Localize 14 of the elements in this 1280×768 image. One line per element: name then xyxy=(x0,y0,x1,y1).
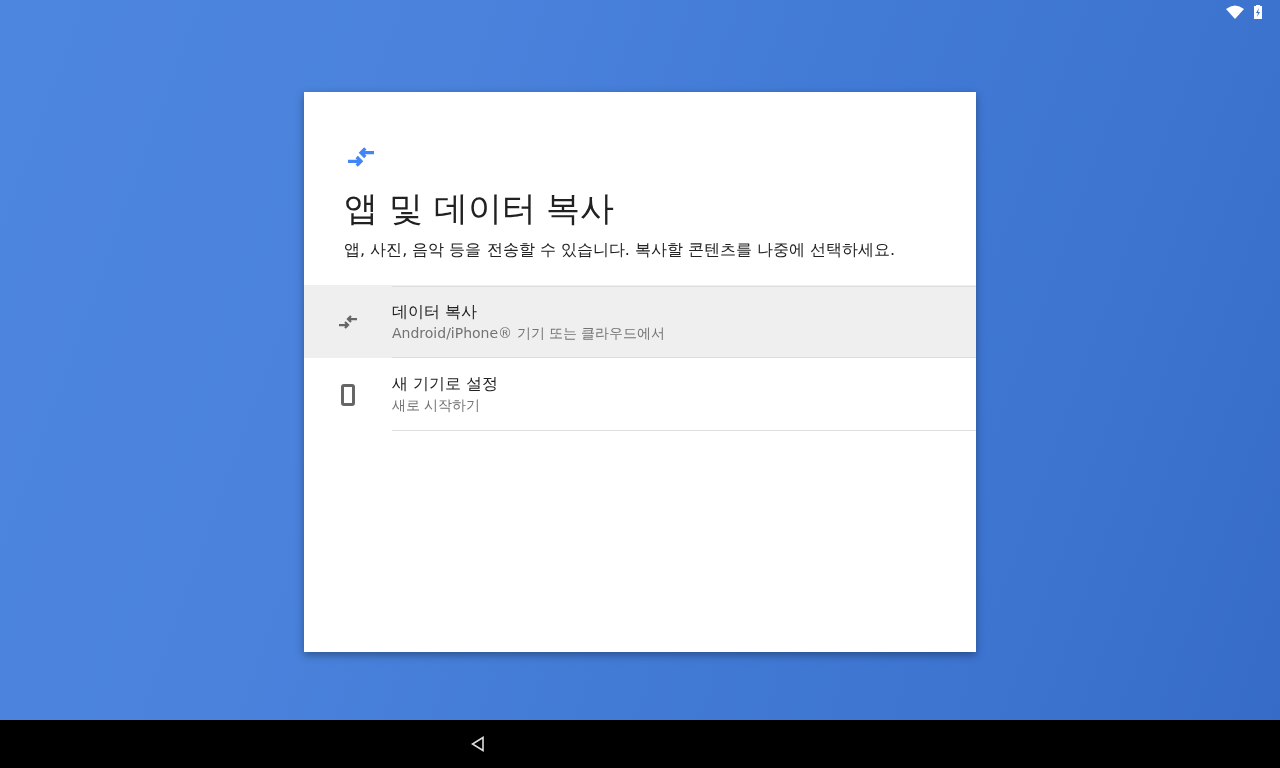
transfer-arrows-icon xyxy=(348,146,374,168)
dialog-description: 앱, 사진, 음악 등을 전송할 수 있습니다. 복사할 콘텐츠를 나중에 선택하세요. xyxy=(344,240,897,261)
option-summary: Android/iPhone® 기기 또는 클라우드에서 xyxy=(392,324,667,343)
option-item[interactable]: 새 기기로 설정 새로 시작하기 xyxy=(304,358,976,431)
phone-icon xyxy=(341,384,355,406)
back-icon[interactable] xyxy=(471,736,485,752)
battery-charging-icon xyxy=(1254,5,1262,19)
option-item[interactable]: 데이터 복사 Android/iPhone® 기기 또는 클라우드에서 xyxy=(304,285,976,358)
option-title: 새 기기로 설정 xyxy=(392,374,500,395)
option-title: 데이터 복사 xyxy=(392,301,479,323)
transfer-arrows-icon xyxy=(339,314,357,330)
option-summary: 새로 시작하기 xyxy=(392,397,482,415)
dialog-title: 앱 및 데이터 복사 xyxy=(344,187,616,230)
wifi-icon xyxy=(1226,5,1244,19)
